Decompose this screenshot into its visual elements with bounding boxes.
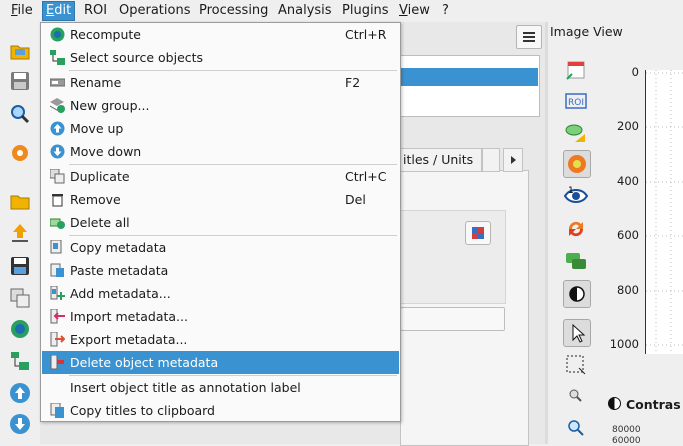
y-tick-label: 400	[617, 174, 639, 188]
move-down-icon	[50, 144, 65, 159]
menu-item-delete-all[interactable]: Delete all	[42, 211, 399, 234]
menu-item-move-down[interactable]: Move down	[42, 140, 399, 163]
object-list[interactable]	[400, 55, 540, 117]
y-tick-label: 1000	[609, 337, 639, 351]
menu-item-copy-titles[interactable]: Copy titles to clipboard	[42, 399, 399, 422]
contrast-tick-label: 80000	[612, 425, 641, 435]
menu-item-copy-metadata[interactable]: Copy metadata	[42, 236, 399, 259]
color-wheel-icon[interactable]	[563, 150, 591, 178]
panel-menu-button[interactable]	[516, 25, 542, 49]
pointer-icon[interactable]	[563, 319, 591, 347]
image-view-title: Image View	[550, 24, 623, 39]
properties-field[interactable]	[400, 307, 505, 331]
menu-item-select-source-objects[interactable]: Select source objects	[42, 46, 399, 69]
copy-metadata-icon	[50, 240, 65, 255]
move-down-icon[interactable]	[9, 413, 31, 435]
export-metadata-icon	[50, 332, 65, 347]
color-grid-button[interactable]	[465, 221, 491, 245]
rect-select-icon[interactable]	[563, 352, 589, 378]
calendar-icon[interactable]	[563, 57, 589, 83]
save-icon[interactable]	[9, 255, 31, 277]
menu-operations[interactable]: Operations	[116, 2, 193, 20]
tab-overflow[interactable]	[482, 148, 500, 172]
y-tick-label: 200	[617, 119, 639, 133]
svg-text:ROI: ROI	[568, 98, 584, 108]
menu-processing[interactable]: Processing	[196, 2, 271, 20]
recompute-icon	[50, 27, 65, 42]
zoom-icon[interactable]	[563, 383, 589, 409]
copy-icon[interactable]	[9, 287, 31, 309]
menu-item-delete-object-metadata[interactable]: Delete object metadata	[42, 351, 399, 374]
menu-item-insert-title-annotation[interactable]: Insert object title as annotation label	[42, 376, 399, 399]
open-file-icon[interactable]	[9, 40, 31, 62]
menu-item-add-metadata[interactable]: Add metadata...	[42, 282, 399, 305]
search-icon[interactable]	[9, 103, 31, 125]
paste-metadata-icon	[50, 263, 65, 278]
contrast-icon	[608, 397, 621, 410]
image-plot[interactable]	[645, 70, 683, 354]
move-up-icon	[50, 121, 65, 136]
contrast-tick-label: 60000	[612, 436, 641, 446]
menu-item-remove[interactable]: Remove Del	[42, 188, 399, 211]
menu-plugins[interactable]: Plugins	[339, 2, 392, 20]
recompute-icon[interactable]	[9, 318, 31, 340]
menu-item-import-metadata[interactable]: Import metadata...	[42, 305, 399, 328]
properties-tabs: itles / Units	[398, 148, 526, 172]
rename-icon	[50, 75, 65, 90]
menu-analysis[interactable]: Analysis	[275, 2, 335, 20]
menu-item-move-up[interactable]: Move up	[42, 117, 399, 140]
select-source-icon	[50, 50, 65, 65]
new-group-icon	[50, 98, 65, 113]
import-metadata-icon	[50, 309, 65, 324]
y-tick-label: 800	[617, 283, 639, 297]
refresh-icon[interactable]	[563, 216, 589, 242]
move-up-icon[interactable]	[9, 382, 31, 404]
comment-icon[interactable]	[563, 248, 589, 274]
y-tick-label: 0	[631, 65, 639, 79]
settings-icon[interactable]	[9, 142, 31, 164]
edit-menu-dropdown: Recompute Ctrl+R Select source objects R…	[40, 22, 401, 422]
eye-icon[interactable]: 1	[563, 183, 589, 209]
menu-file[interactable]: File	[8, 2, 36, 20]
duplicate-icon	[50, 169, 65, 184]
tab-titles-units[interactable]: itles / Units	[398, 148, 482, 172]
menu-edit[interactable]: Edit	[42, 1, 76, 21]
menu-item-paste-metadata[interactable]: Paste metadata	[42, 259, 399, 282]
menu-item-export-metadata[interactable]: Export metadata...	[42, 328, 399, 351]
tab-scroll-right-button[interactable]	[503, 148, 523, 172]
open-folder-icon[interactable]	[9, 190, 31, 212]
add-metadata-icon	[50, 286, 65, 301]
menu-item-duplicate[interactable]: Duplicate Ctrl+C	[42, 165, 399, 188]
zoom-in-icon[interactable]	[563, 415, 589, 441]
menu-item-rename[interactable]: Rename F2	[42, 71, 399, 94]
svg-text:1: 1	[568, 186, 574, 196]
menu-item-recompute[interactable]: Recompute Ctrl+R	[42, 23, 399, 46]
select-source-icon[interactable]	[9, 350, 31, 372]
menu-help[interactable]: ?	[439, 2, 452, 20]
menu-bar: File Edit ROI Operations Processing Anal…	[0, 0, 683, 22]
copy-titles-icon	[50, 403, 65, 418]
menu-item-new-group[interactable]: New group...	[42, 94, 399, 117]
menu-view[interactable]: View	[396, 2, 433, 20]
roi-icon[interactable]: ROI	[563, 88, 589, 114]
save-file-icon[interactable]	[9, 70, 31, 92]
contrast-panel-title: Contras	[608, 397, 681, 412]
trash-icon	[50, 192, 65, 207]
y-tick-label: 600	[617, 228, 639, 242]
contrast-icon[interactable]	[563, 280, 591, 308]
ellipse-annotation-icon[interactable]	[563, 120, 589, 146]
upload-icon[interactable]	[9, 222, 31, 244]
menu-roi[interactable]: ROI	[81, 2, 110, 20]
delete-metadata-icon	[50, 355, 65, 370]
selected-list-item[interactable]	[400, 68, 538, 86]
delete-all-icon	[50, 215, 65, 230]
